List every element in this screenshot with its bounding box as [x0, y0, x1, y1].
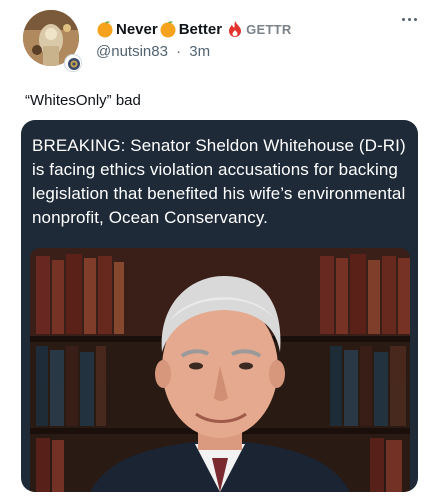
orange-emoji — [160, 21, 176, 38]
author-row: Never Better GETTR — [96, 18, 292, 40]
post-text: “WhitesOnly” bad — [25, 92, 141, 109]
handle[interactable]: @nutsin83 — [96, 43, 168, 60]
gettr-flame-icon — [229, 21, 242, 37]
senator-photo[interactable] — [30, 248, 410, 492]
badge-icon — [64, 54, 82, 72]
display-name-part1: Never — [116, 20, 158, 38]
separator: · — [176, 43, 182, 60]
handle-row: @nutsin83 · 3m — [96, 43, 210, 60]
display-name[interactable]: Never Better — [96, 20, 222, 38]
orange-emoji — [97, 21, 113, 38]
card-headline: BREAKING: Senator Sheldon Whitehouse (D-… — [32, 136, 406, 227]
gettr-text: GETTR — [246, 21, 292, 37]
gettr-label: GETTR — [228, 21, 292, 37]
display-name-part2: Better — [178, 20, 223, 38]
media-card[interactable]: BREAKING: Senator Sheldon Whitehouse (D-… — [21, 120, 418, 492]
avatar-container[interactable] — [23, 10, 82, 72]
more-options-icon[interactable] — [402, 18, 417, 21]
timestamp[interactable]: 3m — [189, 43, 210, 60]
